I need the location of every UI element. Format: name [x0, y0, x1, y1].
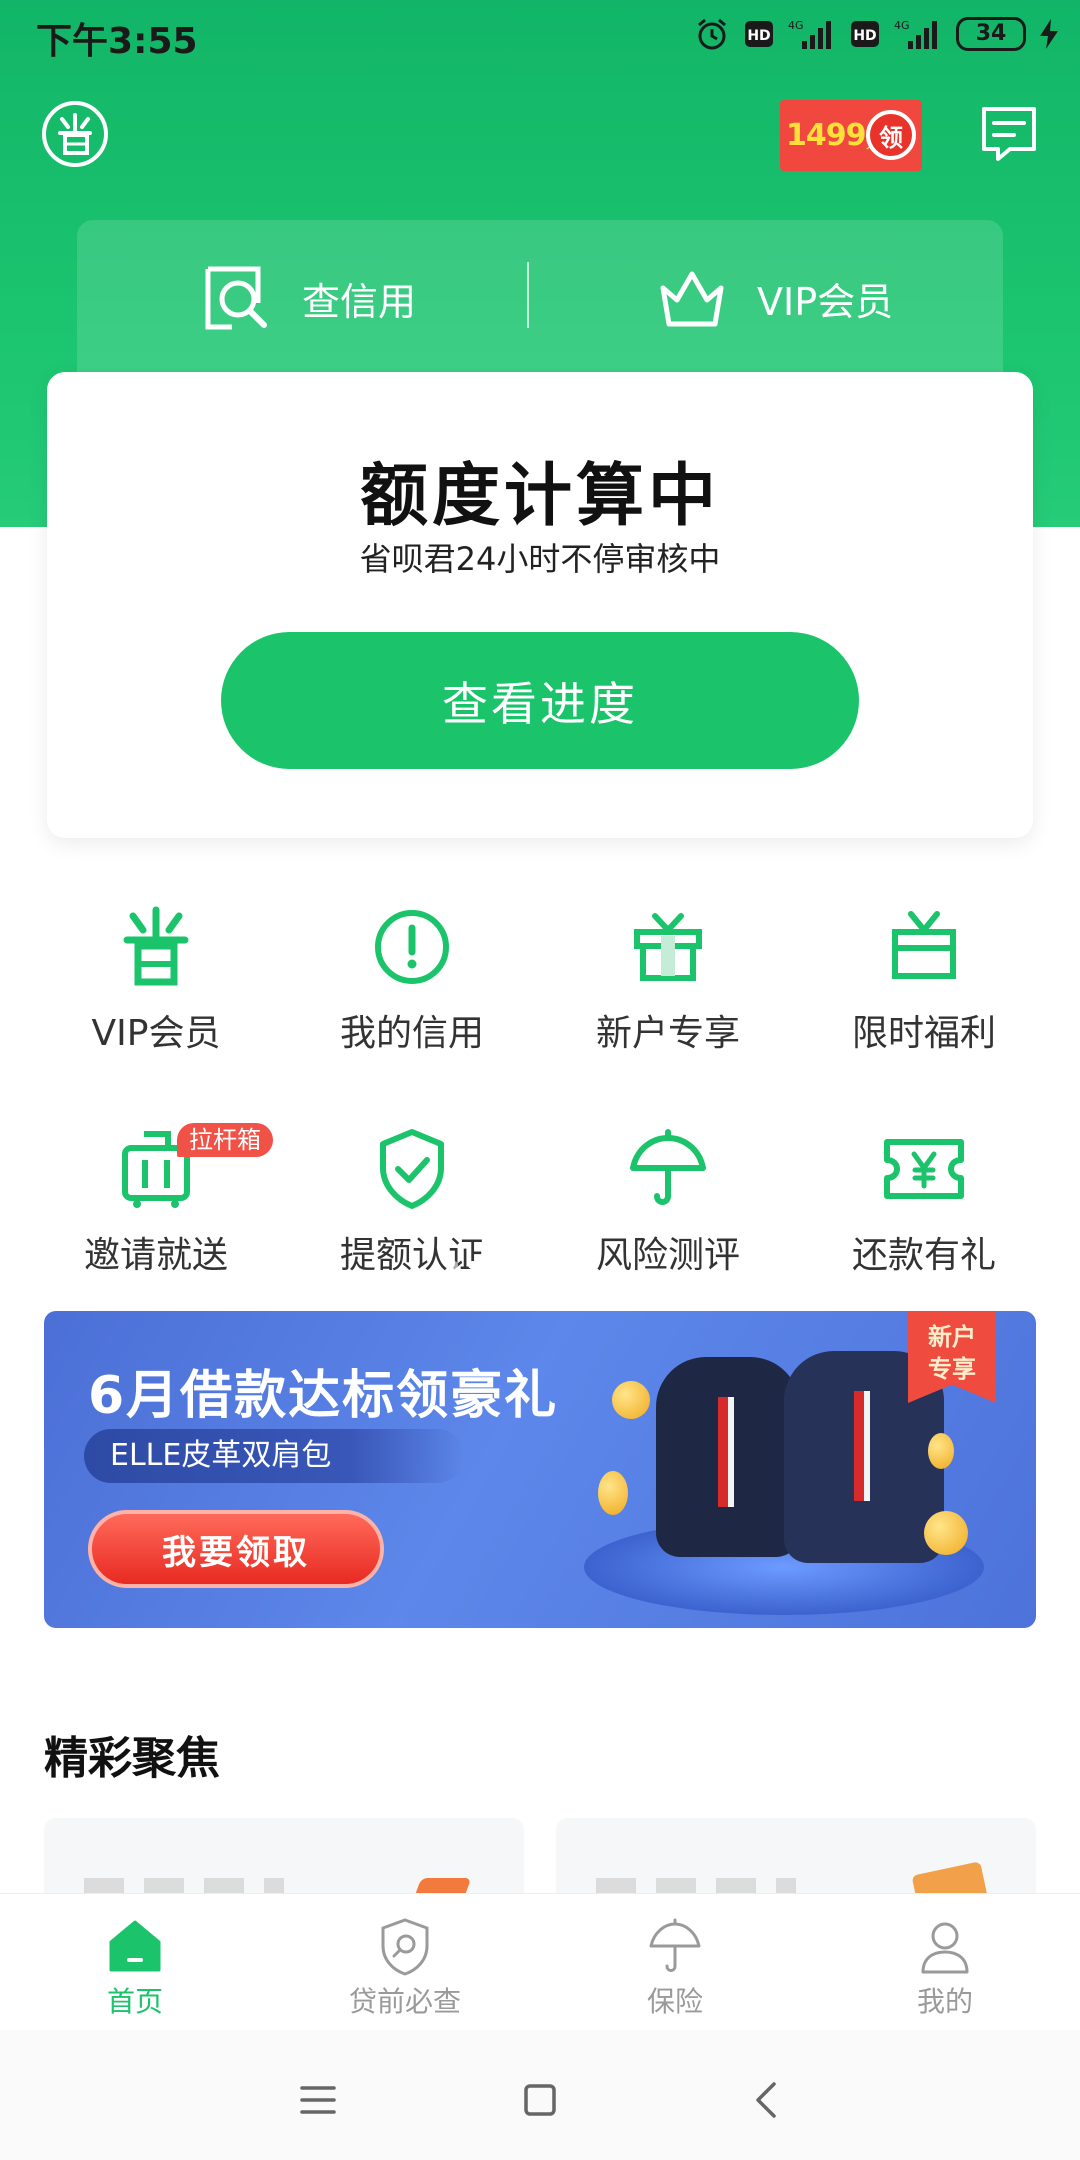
svg-text:4G: 4G	[788, 19, 804, 32]
promo-amount: 1499	[786, 118, 866, 153]
signal-4g-icon: 4G	[894, 19, 937, 49]
view-progress-button[interactable]: 查看进度	[221, 632, 859, 769]
nav-label: 保险	[646, 1985, 703, 2018]
feature-new-user[interactable]: 新户专享	[540, 902, 796, 1082]
carousel-dot-active[interactable]	[468, 1261, 506, 1269]
tab-vip-label: VIP会员	[757, 279, 894, 324]
feature-limited-benefits[interactable]: 限时福利	[796, 902, 1052, 1082]
new-user-tag-line1: 新户	[928, 1323, 976, 1351]
umbrella-icon	[649, 1918, 701, 1972]
gift-box-icon	[634, 913, 702, 981]
promo-badge[interactable]: 1499 元 领	[780, 100, 922, 171]
user-icon	[921, 1922, 969, 1974]
feature-label: 新户专享	[595, 1013, 740, 1054]
menu-icon[interactable]	[288, 2070, 348, 2130]
promo-banner[interactable]: 6月借款达标领豪礼 ELLE皮革双肩包 我要领取 新户 专享	[44, 1311, 1036, 1628]
feature-my-credit[interactable]: 我的信用	[284, 902, 540, 1082]
hd-icon: HD	[745, 21, 773, 47]
nav-label: 首页	[106, 1985, 163, 2018]
status-icons: HD 4G HD 4G 34	[694, 14, 1058, 54]
feature-risk-assessment[interactable]: 风险测评	[540, 1124, 796, 1304]
bottom-nav: 首页 贷前必查 保险 我的	[0, 1893, 1080, 2029]
sheng-logo-icon	[123, 906, 189, 986]
shield-check-icon	[380, 1129, 444, 1209]
message-button[interactable]	[980, 105, 1038, 163]
status-time: 下午3:55	[36, 21, 198, 62]
svg-text:HD: HD	[747, 28, 770, 44]
card-subtitle: 省呗君24小时不停审核中	[359, 540, 721, 578]
nav-pre-loan-check[interactable]: 贷前必查	[305, 1916, 505, 2020]
system-nav-bar	[0, 2030, 1080, 2160]
feature-label: 还款有礼	[851, 1235, 996, 1276]
coin-decoration	[598, 1471, 628, 1515]
crown-icon	[660, 271, 724, 327]
feature-repay-gift[interactable]: 还款有礼	[796, 1124, 1052, 1304]
search-doc-icon	[205, 266, 267, 330]
top-tabs: 查信用 VIP会员	[77, 220, 1003, 380]
battery-indicator: 34	[956, 17, 1026, 51]
carousel-dots	[450, 1261, 524, 1269]
feature-label: 邀请就送	[83, 1235, 228, 1276]
back-icon[interactable]	[738, 2070, 798, 2130]
feature-vip[interactable]: VIP会员	[28, 902, 284, 1082]
credit-status-card: 额度计算中 省呗君24小时不停审核中 查看进度	[47, 372, 1033, 838]
nav-mine[interactable]: 我的	[845, 1916, 1045, 2020]
yen-ticket-icon	[884, 1139, 964, 1199]
alarm-icon	[698, 18, 726, 50]
home-square-icon[interactable]	[510, 2070, 570, 2130]
new-user-tag: 新户 专享	[908, 1311, 996, 1403]
shield-search-icon	[381, 1918, 429, 1976]
tab-check-credit-label: 查信用	[302, 279, 417, 324]
feature-label: 提额认证	[339, 1235, 484, 1276]
backpack-image	[656, 1357, 800, 1557]
nav-label: 我的	[916, 1985, 973, 2018]
focus-card[interactable]	[556, 1818, 1036, 1898]
signal-4g-icon: 4G	[788, 19, 831, 49]
nav-insurance[interactable]: 保险	[575, 1916, 775, 2020]
status-bar: 下午3:55 HD 4G HD 4G 34	[0, 0, 1080, 68]
sheng-logo-icon	[58, 113, 92, 155]
tab-divider	[527, 262, 529, 328]
nav-label: 贷前必查	[348, 1985, 461, 2018]
tab-check-credit[interactable]: 查信用	[202, 260, 416, 336]
tab-vip[interactable]: VIP会员	[657, 260, 893, 336]
hd-icon: HD	[851, 21, 879, 47]
nav-home[interactable]: 首页	[35, 1916, 235, 2020]
carousel-dot[interactable]	[450, 1261, 458, 1269]
feature-label: 限时福利	[851, 1013, 996, 1054]
suitcase-badge: 拉杆箱	[177, 1123, 273, 1157]
feature-label: 风险测评	[595, 1235, 740, 1276]
gift-icon	[892, 911, 956, 979]
focus-card[interactable]	[44, 1818, 524, 1898]
coin-decoration	[924, 1511, 968, 1555]
carousel-dot[interactable]	[516, 1261, 524, 1269]
promo-claim-icon: 领	[866, 110, 916, 160]
feature-limit-verify[interactable]: 提额认证	[284, 1124, 540, 1304]
svg-text:4G: 4G	[894, 19, 910, 32]
coin-decoration	[928, 1433, 954, 1469]
coin-decoration	[612, 1381, 650, 1419]
logo-button[interactable]	[42, 101, 108, 167]
claim-button[interactable]: 我要领取	[88, 1510, 384, 1588]
new-user-tag-line2: 专享	[928, 1355, 976, 1383]
feature-label: 我的信用	[339, 1013, 484, 1054]
card-title: 额度计算中	[359, 457, 720, 536]
banner-title: 6月借款达标领豪礼	[88, 1366, 559, 1426]
exclamation-circle-icon	[375, 910, 449, 984]
home-icon	[109, 1920, 161, 1972]
umbrella-icon	[630, 1129, 706, 1205]
charging-icon	[1040, 19, 1058, 49]
message-icon	[982, 107, 1036, 161]
feature-label: VIP会员	[91, 1013, 221, 1054]
section-title: 精彩聚焦	[44, 1733, 220, 1784]
banner-subtitle: ELLE皮革双肩包	[84, 1429, 464, 1483]
svg-text:HD: HD	[853, 28, 876, 44]
